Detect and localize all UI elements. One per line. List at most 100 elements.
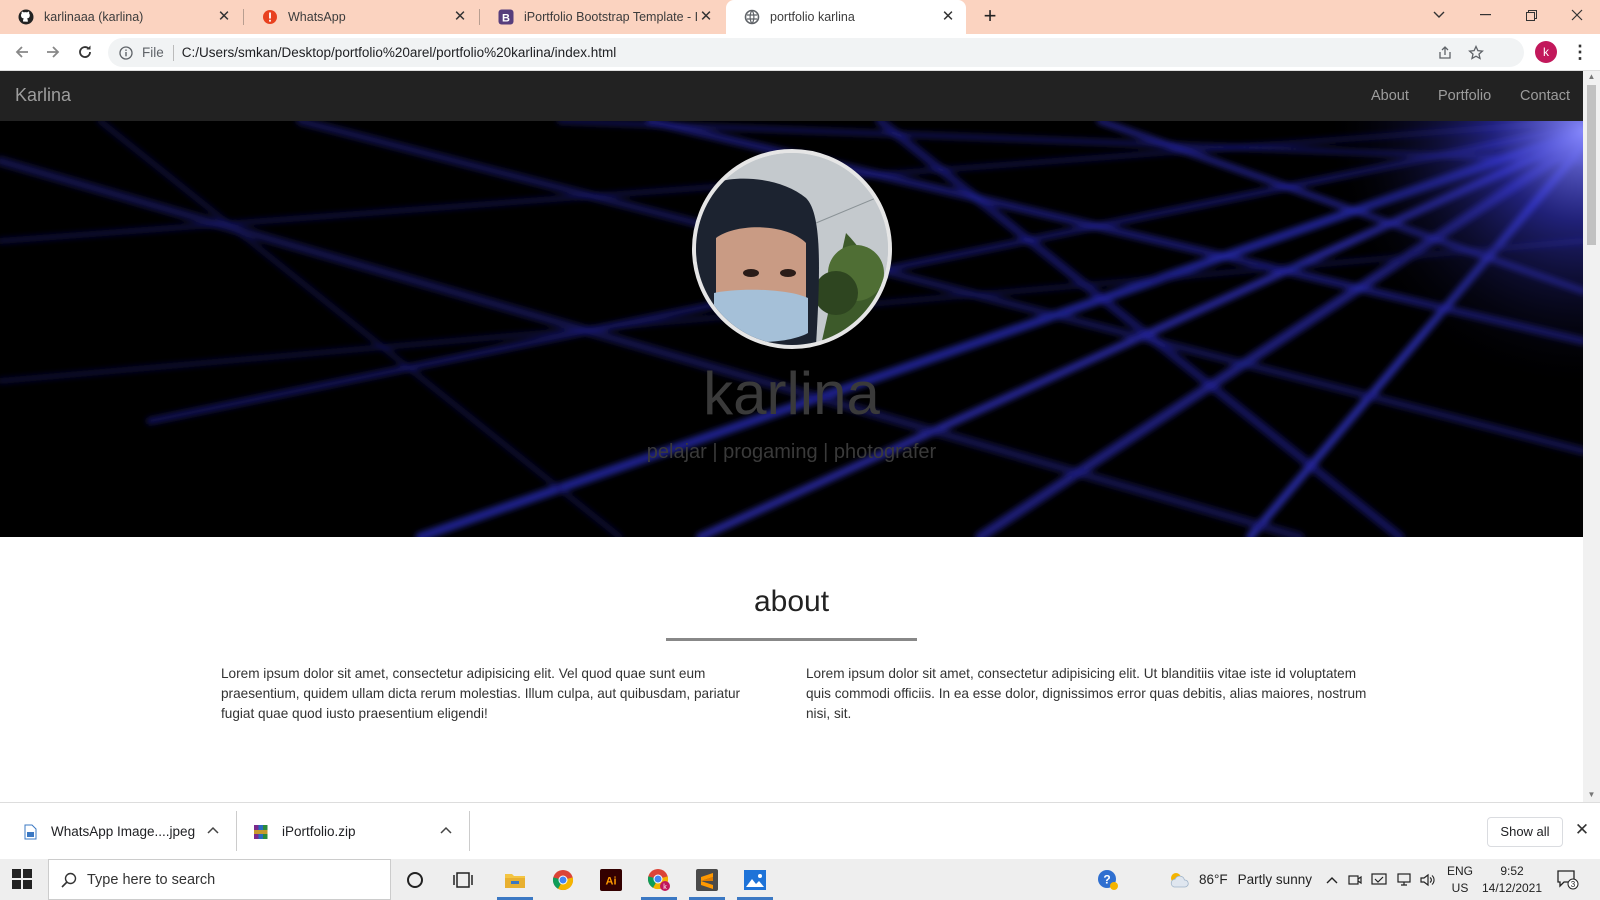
search-placeholder: Type here to search [87,871,216,888]
tab-portfolio-karlina[interactable]: portfolio karlina ✕ [726,0,966,34]
windows-taskbar: Type here to search Ai k ? 86°F Partly s… [0,859,1600,900]
download-separator [469,811,470,851]
close-tab-icon[interactable]: ✕ [940,9,956,25]
tab-title: WhatsApp [288,10,346,24]
tab-search-chevron-icon[interactable] [1416,0,1462,30]
profile-photo [692,149,892,349]
scroll-down-icon[interactable]: ▼ [1587,790,1596,800]
sublime-text-icon[interactable] [685,859,729,900]
close-tab-icon[interactable]: ✕ [452,9,468,25]
about-divider [666,638,917,641]
reload-icon [79,45,91,58]
weather-condition: Partly sunny [1237,872,1312,887]
page-scrollbar[interactable]: ▲ ▼ [1583,71,1600,802]
download-filename: iPortfolio.zip [282,824,356,839]
cortana-icon[interactable] [393,859,437,900]
adobe-illustrator-icon[interactable]: Ai [589,859,633,900]
search-icon [61,872,77,888]
share-icon[interactable] [1436,44,1454,62]
scroll-up-icon[interactable]: ▲ [1587,72,1596,82]
download-item-iportfolio-zip[interactable]: iPortfolio.zip [253,803,356,860]
meet-now-icon[interactable] [1348,859,1362,900]
nav-link-about[interactable]: About [1371,88,1409,104]
address-bar[interactable]: File C:/Users/smkan/Desktop/portfolio%20… [108,38,1524,67]
chevron-up-icon[interactable] [439,823,453,837]
file-explorer-icon[interactable] [493,859,537,900]
clock-date: 14/12/2021 [1481,881,1543,895]
volume-icon[interactable] [1420,859,1436,900]
tab-title: portfolio karlina [770,10,855,24]
reload-button[interactable] [72,39,98,65]
nav-link-contact[interactable]: Contact [1520,88,1570,104]
restore-button[interactable] [1508,0,1554,30]
close-tab-icon[interactable]: ✕ [698,9,714,25]
about-text-right: Lorem ipsum dolor sit amet, consectetur … [806,666,1367,721]
image-file-icon [22,823,38,841]
arrow-left-icon [15,46,28,58]
download-filename: WhatsApp Image....jpeg [51,824,196,839]
notification-center-icon[interactable]: 3 [1548,859,1588,900]
chrome-profile-icon[interactable]: k [637,859,681,900]
whatsapp-alert-icon [262,9,278,25]
site-navbar: Karlina About Portfolio Contact [0,71,1583,121]
hero-section: karlina pelajar | progaming | photografe… [0,121,1583,537]
photos-icon[interactable] [733,859,777,900]
new-tab-button[interactable]: + [978,5,1002,29]
about-text-left: Lorem ipsum dolor sit amet, consectetur … [221,666,741,721]
page-viewport: Karlina About Portfolio Contact karlina … [0,71,1583,802]
hero-name: karlina [703,360,880,427]
github-icon [18,9,34,25]
tray-overflow-chevron-icon[interactable] [1326,859,1338,900]
hero-subtitle: pelajar | progaming | photografer [646,441,937,463]
chevron-up-icon[interactable] [206,823,220,837]
info-icon[interactable] [118,45,134,61]
help-icon[interactable]: ? [1086,859,1130,900]
tab-strip: karlinaaa (karlina) ✕ WhatsApp ✕ B iPort… [0,0,1600,34]
scheme-label: File [142,45,164,60]
tab-title: karlinaaa (karlina) [44,10,144,24]
tab-whatsapp[interactable]: WhatsApp ✕ [244,0,478,34]
input-language[interactable]: ENG US [1443,863,1477,897]
bookmark-star-icon[interactable] [1467,44,1485,62]
lang-region: US [1451,881,1469,895]
url-text[interactable]: C:/Users/smkan/Desktop/portfolio%20arel/… [182,45,616,60]
lang-code: ENG [1446,864,1473,878]
download-item-whatsapp-image[interactable]: WhatsApp Image....jpeg [22,803,195,860]
network-icon[interactable] [1397,859,1413,900]
taskbar-search-box[interactable]: Type here to search [48,859,391,900]
svg-text:k: k [663,884,667,891]
scroll-thumb[interactable] [1587,85,1596,245]
browser-menu-icon[interactable]: ⋮ [1571,42,1589,62]
svg-text:Ai: Ai [606,875,617,887]
close-tab-icon[interactable]: ✕ [216,9,232,25]
about-heading: about [753,585,830,618]
download-separator [236,811,237,851]
site-brand[interactable]: Karlina [15,85,71,106]
bootstrap-icon: B [498,9,514,25]
address-separator [172,44,174,61]
minimize-button[interactable] [1462,0,1508,30]
chrome-icon[interactable] [541,859,585,900]
tab-github[interactable]: karlinaaa (karlina) ✕ [0,0,242,34]
show-all-downloads-button[interactable]: Show all [1487,817,1563,847]
browser-toolbar: File C:/Users/smkan/Desktop/portfolio%20… [0,34,1600,71]
partly-sunny-icon [1168,871,1190,889]
tab-iportfolio[interactable]: B iPortfolio Bootstrap Template - In ✕ [480,0,724,34]
weather-temp: 86°F [1199,872,1228,887]
profile-avatar[interactable]: k [1535,41,1557,63]
close-downloads-icon[interactable]: ✕ [1573,821,1591,839]
back-button[interactable] [9,39,35,65]
nav-link-portfolio[interactable]: Portfolio [1438,88,1491,104]
weather-widget[interactable]: 86°F Partly sunny [1168,859,1312,900]
clock-time: 9:52 [1500,864,1524,878]
taskbar-clock[interactable]: 9:52 14/12/2021 [1479,863,1545,897]
svg-text:B: B [502,13,510,25]
close-window-button[interactable] [1554,0,1600,30]
forward-button[interactable] [40,39,66,65]
tablet-mode-icon[interactable] [1371,859,1387,900]
windows-start-icon[interactable] [12,869,32,889]
notification-count: 3 [1571,880,1576,889]
task-view-icon[interactable] [441,859,485,900]
tab-title: iPortfolio Bootstrap Template - In [524,10,698,24]
globe-icon [744,9,760,25]
